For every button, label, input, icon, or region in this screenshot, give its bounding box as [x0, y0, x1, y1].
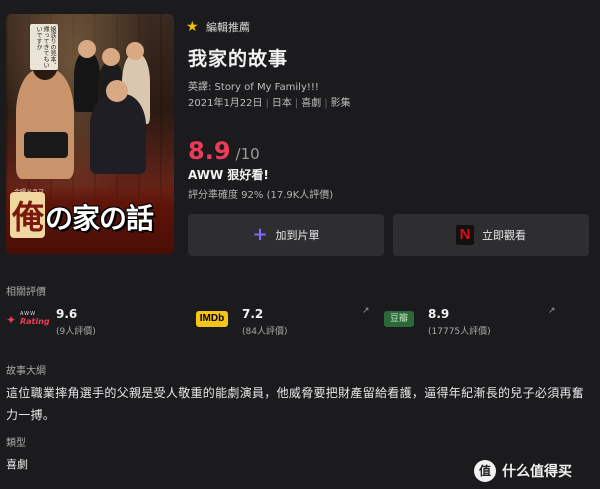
score-display: 8.9 /10	[188, 137, 260, 165]
content-type: 影集	[330, 98, 351, 109]
poster-head	[78, 40, 96, 58]
genre-value: 喜劇	[6, 458, 28, 471]
score-value: 8.9	[188, 137, 231, 165]
poster-head	[102, 48, 120, 66]
douban-rating-count: (17775人評價)	[428, 327, 491, 337]
genre-tag: 喜劇	[301, 98, 322, 109]
release-date: 2021年1月22日	[188, 98, 263, 109]
poster-tagline: 娘涙りの見本、帰ってきてもいいですか	[30, 24, 58, 70]
external-link-icon[interactable]: ↗	[362, 306, 370, 316]
score-max: /10	[235, 145, 260, 163]
imdb-rating-count: (84人評價)	[242, 327, 288, 337]
aww-rating-count: (9人評價)	[56, 327, 96, 337]
site-watermark: 值 什么值得买	[474, 460, 572, 482]
aww-rating-value: 9.6	[56, 307, 78, 321]
douban-logo: 豆瓣	[384, 311, 414, 327]
ratings-section-label: 相關評價	[6, 287, 46, 298]
synopsis-section-label: 故事大綱	[6, 366, 46, 377]
editor-pick-label: 編輯推薦	[206, 21, 250, 34]
netflix-icon: N	[456, 225, 474, 245]
plus-icon: +	[252, 224, 268, 245]
poster-jp-title-rest: の家の話	[45, 202, 154, 235]
synopsis-text: 這位職業摔角選手的父親是受人敬重的能劇演員，他威脅要把財產留給看護，逼得年紀漸長…	[6, 386, 585, 422]
score-accuracy: 評分準確度 92% (17.9K人評價)	[188, 190, 334, 201]
poster-championship-belt	[24, 132, 68, 158]
poster-wrestler-figure	[16, 69, 74, 179]
meta-info: 2021年1月22日 | 日本 | 喜劇 | 影集	[188, 98, 351, 109]
add-to-list-button[interactable]: + 加到片單	[188, 214, 384, 256]
watch-now-button[interactable]: N 立即觀看	[393, 214, 589, 256]
editor-pick-badge: ★ 編輯推薦	[186, 19, 250, 35]
country: 日本	[271, 98, 292, 109]
imdb-logo: IMDb	[196, 311, 228, 327]
flame-icon: ✦	[6, 313, 17, 327]
poster-jp-title-first: 俺	[10, 192, 46, 238]
watermark-logo-icon: 值	[474, 460, 496, 482]
alt-title: 英譯: Story of My Family!!!	[188, 82, 319, 93]
imdb-rating-value: 7.2	[242, 307, 264, 321]
poster-figure	[90, 94, 146, 174]
aww-rating: ✦ AWW Rating 9.6 (9人評價)	[6, 305, 176, 339]
add-to-list-label: 加到片單	[275, 229, 320, 242]
external-link-icon[interactable]: ↗	[548, 306, 556, 316]
aww-rating-logo: ✦ AWW Rating	[6, 311, 50, 327]
score-verdict: AWW 狠好看!	[188, 168, 269, 182]
douban-rating[interactable]: 豆瓣 8.9 (17775人評價) ↗	[384, 305, 564, 339]
page-title: 我家的故事	[188, 48, 289, 70]
star-icon: ★	[186, 19, 199, 35]
poster-head	[106, 80, 128, 102]
poster-jp-title: 俺の家の話	[10, 192, 172, 238]
imdb-rating[interactable]: IMDb 7.2 (84人評價) ↗	[196, 305, 376, 339]
douban-rating-value: 8.9	[428, 307, 450, 321]
watch-now-label: 立即觀看	[482, 229, 526, 242]
poster-image: 娘涙りの見本、帰ってきてもいいですか 金曜ドラマ 俺の家の話	[6, 14, 174, 254]
poster-head	[126, 42, 144, 60]
genre-section-label: 類型	[6, 438, 26, 449]
watermark-text: 什么值得买	[502, 464, 572, 480]
